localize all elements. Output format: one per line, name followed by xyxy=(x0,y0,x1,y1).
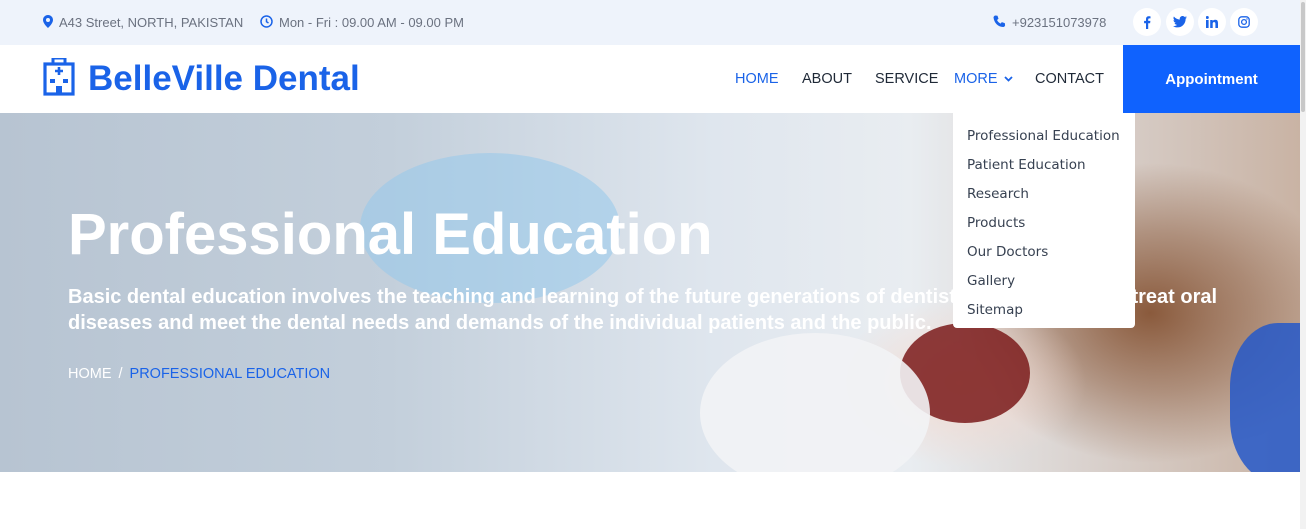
breadcrumb-separator: / xyxy=(118,366,123,382)
dropdown-item-sitemap[interactable]: Sitemap xyxy=(953,295,1135,324)
dropdown-item-products[interactable]: Products xyxy=(953,208,1135,237)
breadcrumb: HOME / PROFESSIONAL EDUCATION xyxy=(68,366,330,382)
hours-text: Mon - Fri : 09.00 AM - 09.00 PM xyxy=(279,15,464,30)
address-info: A43 Street, NORTH, PAKISTAN xyxy=(43,0,243,45)
scrollbar-thumb[interactable] xyxy=(1301,2,1305,112)
nav-service[interactable]: SERVICE xyxy=(875,45,938,113)
dropdown-item-patient-education[interactable]: Patient Education xyxy=(953,150,1135,179)
nav-more-label: MORE xyxy=(954,71,998,87)
breadcrumb-current: PROFESSIONAL EDUCATION xyxy=(129,366,331,382)
top-info-bar: A43 Street, NORTH, PAKISTAN Mon - Fri : … xyxy=(0,0,1300,45)
hero-image-glove-shape xyxy=(700,333,930,472)
dropdown-item-research[interactable]: Research xyxy=(953,179,1135,208)
linkedin-icon[interactable] xyxy=(1198,8,1226,36)
dropdown-item-our-doctors[interactable]: Our Doctors xyxy=(953,237,1135,266)
dropdown-item-gallery[interactable]: Gallery xyxy=(953,266,1135,295)
hours-info: Mon - Fri : 09.00 AM - 09.00 PM xyxy=(260,0,464,45)
phone-info[interactable]: +923151073978 xyxy=(993,0,1106,45)
main-navbar: BelleVille Dental HOME ABOUT SERVICE MOR… xyxy=(0,45,1300,113)
nav-home[interactable]: HOME xyxy=(735,45,779,113)
breadcrumb-home[interactable]: HOME xyxy=(68,366,112,382)
hero-image-chair-shape xyxy=(1230,323,1300,472)
chevron-down-icon xyxy=(1003,76,1013,82)
brand-name: BelleVille Dental xyxy=(88,59,360,98)
clock-icon xyxy=(260,14,279,31)
nav-more[interactable]: MORE xyxy=(954,45,1013,113)
page-title: Professional Education xyxy=(68,202,713,267)
nav-contact[interactable]: CONTACT xyxy=(1035,45,1104,113)
address-text: A43 Street, NORTH, PAKISTAN xyxy=(59,15,244,30)
page-scrollbar[interactable] xyxy=(1300,0,1306,529)
appointment-button[interactable]: Appointment xyxy=(1123,45,1300,113)
phone-text: +923151073978 xyxy=(1012,15,1107,30)
instagram-icon[interactable] xyxy=(1230,8,1258,36)
twitter-icon[interactable] xyxy=(1166,8,1194,36)
phone-icon xyxy=(993,15,1012,31)
location-pin-icon xyxy=(43,14,59,31)
hospital-icon xyxy=(42,56,76,101)
dropdown-item-professional-education[interactable]: Professional Education xyxy=(953,121,1135,150)
facebook-icon[interactable] xyxy=(1133,8,1161,36)
more-dropdown-menu: Professional Education Patient Education… xyxy=(953,113,1135,328)
nav-about[interactable]: ABOUT xyxy=(802,45,852,113)
brand-logo[interactable]: BelleVille Dental xyxy=(42,45,360,113)
